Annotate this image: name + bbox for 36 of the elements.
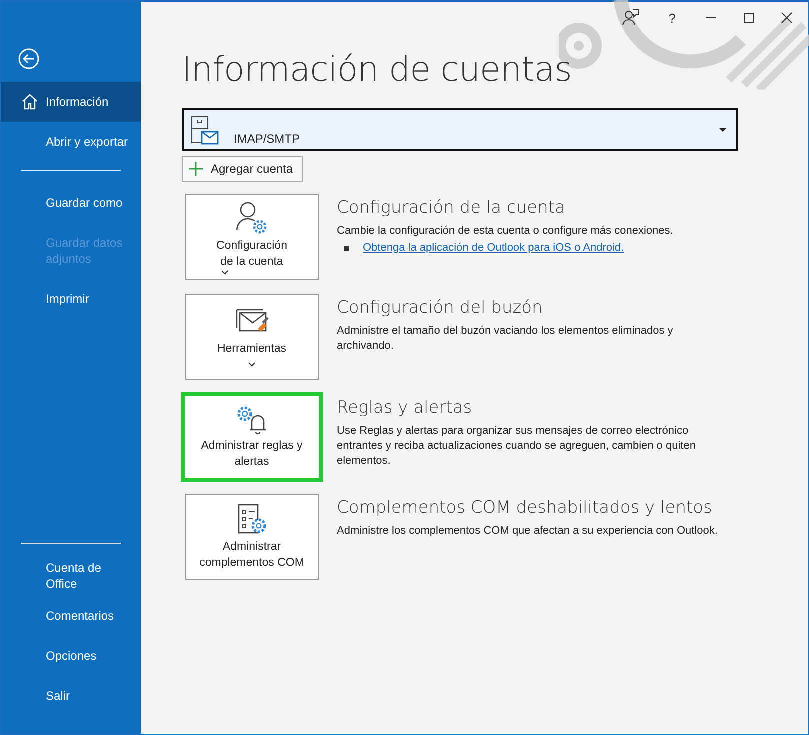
feedback-person-icon[interactable] bbox=[620, 8, 641, 28]
sidebar-item[interactable]: Imprimir bbox=[1, 279, 141, 319]
maximize-icon[interactable] bbox=[742, 11, 756, 25]
sidebar-item[interactable]: Cuenta de Office bbox=[1, 556, 141, 596]
section-heading: Configuración del buzón bbox=[337, 298, 544, 318]
help-button[interactable]: ? bbox=[664, 10, 680, 26]
section-description: Administre el tamaño del buzón vaciando los elementos eliminados y archivando. bbox=[337, 324, 674, 354]
bullet-icon bbox=[344, 246, 349, 250]
account-dropdown[interactable]: IMAP/SMTP bbox=[182, 108, 738, 151]
section-heading: Reglas y alertas bbox=[337, 398, 474, 418]
section-description: Use Reglas y alertas para organizar sus mensajes de correo electrónico entrantes y reciba actualizaciones cuando se agreguen, cambien o quiten elementos. bbox=[337, 424, 697, 469]
home-icon bbox=[21, 93, 39, 111]
add-account-button[interactable]: Agregar cuenta bbox=[182, 156, 304, 182]
outlook-app-link[interactable]: Obtenga la aplicación de Outlook para iOS o Android. bbox=[363, 242, 624, 254]
sidebar-item[interactable]: Salir bbox=[1, 676, 141, 716]
sidebar-item[interactable]: Guardar como bbox=[1, 183, 141, 223]
sidebar-item[interactable]: Información bbox=[1, 82, 141, 122]
caret-icon bbox=[220, 270, 229, 274]
action-card-button[interactable]: Administrar complementos COM bbox=[185, 494, 319, 580]
sidebar-item[interactable]: Opciones bbox=[1, 636, 141, 676]
action-card-button[interactable]: Configuración de la cuenta bbox=[185, 194, 319, 280]
section-heading: Configuración de la cuenta bbox=[337, 198, 566, 218]
back-button[interactable] bbox=[18, 48, 40, 70]
mailbox-icon bbox=[190, 115, 220, 147]
plus-icon bbox=[189, 162, 203, 176]
page-title: Información de cuentas bbox=[182, 50, 573, 90]
close-icon[interactable] bbox=[780, 11, 794, 25]
dropdown-caret-icon bbox=[718, 127, 728, 133]
sidebar-item[interactable]: Comentarios bbox=[1, 596, 141, 636]
action-card-button[interactable]: Herramientas bbox=[185, 294, 319, 380]
sidebar-item[interactable]: Abrir y exportar bbox=[1, 122, 141, 162]
action-card-button[interactable]: Administrar reglas y alertas bbox=[181, 392, 323, 482]
section-description: Administre los complementos COM que afectan a su experiencia con Outlook. bbox=[337, 524, 719, 539]
section-heading: Complementos COM deshabilitados y lentos bbox=[337, 498, 714, 518]
caret-icon bbox=[248, 362, 256, 367]
section-description: Cambie la configuración de esta cuenta o configure más conexiones. bbox=[337, 224, 674, 239]
